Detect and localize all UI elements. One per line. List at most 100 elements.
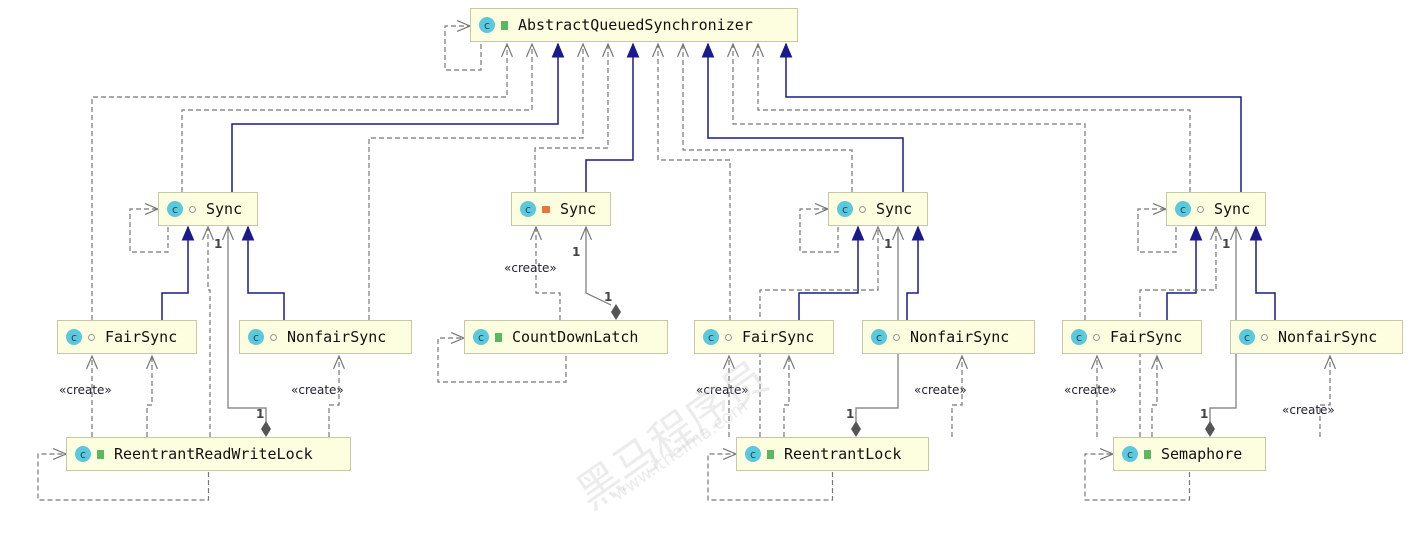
multiplicity-label: 1 xyxy=(604,290,613,304)
class-name: NonfairSync xyxy=(287,328,387,346)
uml-class-diagram: c AbstractQueuedSynchronizer c Sync c FairSyn… xyxy=(0,0,1426,542)
multiplicity-label: 1 xyxy=(256,407,265,421)
class-icon: c xyxy=(248,329,264,345)
create-stereotype-label: «create» xyxy=(914,383,967,397)
class-icon: c xyxy=(1175,201,1191,217)
nonfairsync-extends-sync xyxy=(247,227,285,320)
inheritance-arrowhead xyxy=(779,42,793,58)
rrwl-fair-depends-aqs xyxy=(91,44,508,320)
class-name: ReentrantReadWriteLock xyxy=(114,445,313,463)
class-name: FairSync xyxy=(105,328,178,346)
public-access-icon xyxy=(501,20,508,30)
nonfairsync-extends-sync xyxy=(906,227,919,320)
inheritance-arrowhead xyxy=(551,42,565,58)
class-name: FairSync xyxy=(1110,328,1183,346)
inheritance-arrowhead xyxy=(626,42,640,58)
nonfairsync-extends-sync xyxy=(1255,227,1276,320)
cdl-sync-extends-aqs xyxy=(585,44,634,192)
class-node-rl-fair[interactable]: c FairSync xyxy=(694,320,834,354)
public-access-icon xyxy=(495,332,502,342)
composition-diamond xyxy=(851,421,861,437)
class-icon: c xyxy=(75,446,91,462)
inheritance-arrowhead xyxy=(851,225,865,241)
class-node-rrwl-sync[interactable]: c Sync xyxy=(158,192,258,226)
create-stereotype-label: «create» xyxy=(1064,383,1117,397)
public-access-icon xyxy=(767,449,774,459)
cdl-sync-depends-aqs xyxy=(534,44,609,192)
lock-depends-fairsync xyxy=(783,356,790,437)
class-name: Sync xyxy=(1214,200,1251,218)
multiplicity-label: 1 xyxy=(884,237,893,251)
class-name: NonfairSync xyxy=(910,328,1010,346)
class-icon: c xyxy=(1071,329,1087,345)
class-name: Sync xyxy=(876,200,913,218)
create-stereotype-label: «create» xyxy=(504,261,557,275)
composition-diamond xyxy=(611,304,621,320)
multiplicity-label: 1 xyxy=(1200,407,1209,421)
class-node-rrwl-fair[interactable]: c FairSync xyxy=(57,320,197,354)
rrwl-nonfair-depends-aqs xyxy=(368,44,584,320)
class-node-cdl[interactable]: c CountDownLatch xyxy=(464,320,668,354)
package-access-icon xyxy=(189,205,196,213)
inheritance-arrowhead xyxy=(181,225,195,241)
class-node-rl[interactable]: c ReentrantLock xyxy=(736,437,929,471)
lock-depends-sync xyxy=(207,227,211,437)
class-node-aqs[interactable]: c AbstractQueuedSynchronizer xyxy=(470,8,798,42)
sem-sync-extends-aqs xyxy=(785,44,1242,192)
class-node-sem-sync[interactable]: c Sync xyxy=(1166,192,1266,226)
create-stereotype-label: «create» xyxy=(59,383,112,397)
package-access-icon xyxy=(1261,333,1268,341)
class-node-rrwl[interactable]: c ReentrantReadWriteLock xyxy=(66,437,351,471)
class-name: Sync xyxy=(206,200,243,218)
inheritance-arrowhead xyxy=(1249,225,1263,241)
class-name: FairSync xyxy=(742,328,815,346)
inheritance-arrowhead xyxy=(701,42,715,58)
class-name: Semaphore xyxy=(1161,445,1243,463)
fairsync-extends-sync xyxy=(1166,227,1197,320)
private-access-icon xyxy=(542,205,550,213)
class-name: Sync xyxy=(560,200,597,218)
lock-depends-fairsync xyxy=(146,356,153,437)
inheritance-arrowhead xyxy=(1189,225,1203,241)
package-access-icon xyxy=(893,333,900,341)
class-icon: c xyxy=(479,17,495,33)
sem-sync-depends-aqs xyxy=(757,44,1191,192)
class-icon: c xyxy=(703,329,719,345)
class-node-sem[interactable]: c Semaphore xyxy=(1113,437,1266,471)
class-node-sem-nonfair[interactable]: c NonfairSync xyxy=(1230,320,1403,354)
package-access-icon xyxy=(1093,333,1100,341)
create-stereotype-label: «create» xyxy=(291,383,344,397)
class-icon: c xyxy=(66,329,82,345)
public-access-icon xyxy=(1144,449,1151,459)
package-access-icon xyxy=(725,333,732,341)
multiplicity-label: 1 xyxy=(846,407,855,421)
class-icon: c xyxy=(1122,446,1138,462)
multiplicity-label: 1 xyxy=(214,237,223,251)
rl-fair-depends-aqs xyxy=(657,44,731,320)
class-node-rrwl-nonfair[interactable]: c NonfairSync xyxy=(239,320,412,354)
composition-diamond xyxy=(261,421,271,437)
class-icon: c xyxy=(473,329,489,345)
class-icon: c xyxy=(520,201,536,217)
package-access-icon xyxy=(859,205,866,213)
class-name: ReentrantLock xyxy=(784,445,902,463)
create-stereotype-label: «create» xyxy=(1282,403,1335,417)
class-icon: c xyxy=(745,446,761,462)
composition-diamond xyxy=(1205,421,1215,437)
fairsync-extends-sync xyxy=(161,227,189,320)
class-name: AbstractQueuedSynchronizer xyxy=(518,16,753,34)
multiplicity-label: 1 xyxy=(572,245,581,259)
class-node-rl-sync[interactable]: c Sync xyxy=(828,192,928,226)
inheritance-arrowhead xyxy=(911,225,925,241)
rrwl-sync-depends-aqs xyxy=(181,44,533,192)
class-name: NonfairSync xyxy=(1278,328,1378,346)
inheritance-arrowhead xyxy=(241,225,255,241)
class-icon: c xyxy=(837,201,853,217)
class-node-sem-fair[interactable]: c FairSync xyxy=(1062,320,1202,354)
class-name: CountDownLatch xyxy=(512,328,639,346)
fairsync-extends-sync xyxy=(798,227,859,320)
create-stereotype-label: «create» xyxy=(696,383,749,397)
class-node-rl-nonfair[interactable]: c NonfairSync xyxy=(862,320,1035,354)
package-access-icon xyxy=(88,333,95,341)
class-node-cdl-sync[interactable]: c Sync xyxy=(511,192,611,226)
